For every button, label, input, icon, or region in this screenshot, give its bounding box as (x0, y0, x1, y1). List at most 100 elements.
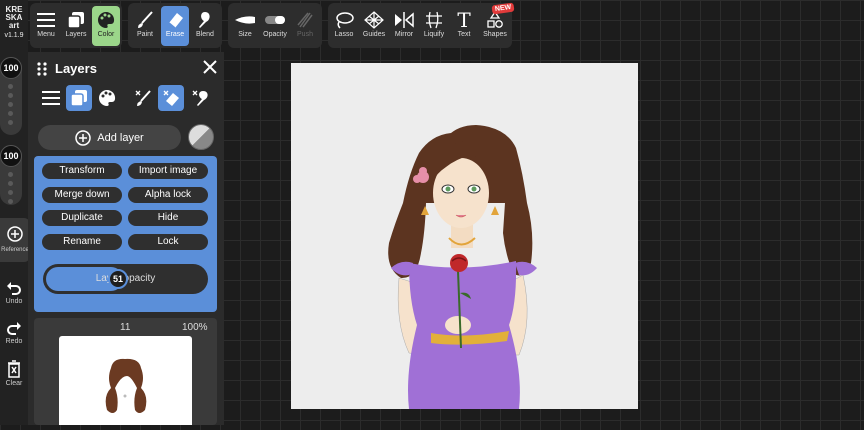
close-icon[interactable] (203, 60, 217, 79)
brush-opacity-slider[interactable]: 100 (0, 145, 22, 205)
hamburger-icon (42, 91, 60, 105)
layer-opacity-slider[interactable]: Layer opacity 51 (43, 264, 208, 294)
layer-opacity-knob[interactable]: 51 (108, 269, 128, 289)
plus-circle-icon (75, 129, 91, 146)
redo-button[interactable]: Redo (0, 320, 28, 345)
liquify-label: Liquify (423, 31, 445, 38)
opacity-label: Opacity (263, 31, 287, 38)
lasso-button[interactable]: Lasso (330, 6, 358, 46)
menu-button[interactable]: Menu (32, 6, 60, 46)
opacity-button[interactable]: Opacity (261, 6, 289, 46)
push-button[interactable]: Push (291, 6, 319, 46)
app-logo: KRE SKA art v1.1.9 (0, 6, 28, 40)
eraser-icon (163, 90, 179, 106)
clear-label: Clear (5, 380, 23, 387)
shapes-label: Shapes (483, 31, 507, 38)
brush-size-value: 100 (0, 57, 22, 79)
erase-button[interactable]: Erase (161, 6, 189, 46)
brush-size-slider[interactable]: 100 (0, 57, 22, 135)
erase-label: Erase (165, 31, 185, 38)
new-badge: NEW (491, 2, 515, 15)
rename-button[interactable]: Rename (42, 234, 122, 250)
hair-layer-image (105, 358, 147, 413)
shapes-button[interactable]: Shapes NEW (480, 2, 515, 46)
toolbar-group-extras: Lasso Guides Mirror Liquify T Text Shape… (328, 2, 515, 48)
add-layer-label: Add layer (97, 131, 144, 144)
reference-button[interactable]: Reference (0, 218, 30, 262)
undo-button[interactable]: Undo (0, 280, 28, 305)
eraser-icon (161, 9, 189, 31)
panel-title: Layers (55, 61, 97, 76)
tab-layers[interactable] (66, 85, 92, 111)
lasso-icon (330, 9, 358, 31)
layers-icon (70, 90, 87, 107)
alpha-lock-button[interactable]: Alpha lock (128, 187, 208, 203)
text-button[interactable]: T Text (450, 6, 478, 46)
mirror-label: Mirror (394, 31, 414, 38)
liquify-button[interactable]: Liquify (420, 6, 448, 46)
artwork-illustration (388, 125, 537, 409)
guides-button[interactable]: Guides (360, 6, 388, 46)
brush-icon (135, 90, 151, 106)
toolbar-group-brush: Size Opacity Push (228, 3, 322, 48)
plus-circle-icon (0, 226, 30, 247)
guides-icon (360, 9, 388, 31)
mirror-icon (390, 9, 418, 31)
size-icon (231, 9, 259, 31)
palette-icon (99, 89, 116, 106)
paint-button[interactable]: Paint (131, 6, 159, 46)
tab-paint[interactable] (130, 85, 156, 111)
color-label: Color (97, 31, 115, 38)
lasso-label: Lasso (334, 31, 354, 38)
menu-label: Menu (37, 31, 55, 38)
redo-label: Redo (5, 338, 23, 345)
size-button[interactable]: Size (231, 6, 259, 46)
brush-icon (131, 9, 159, 31)
import-image-button[interactable]: Import image (128, 163, 208, 179)
tab-menu[interactable] (38, 85, 64, 111)
undo-icon (7, 282, 21, 295)
hamburger-icon (32, 9, 60, 31)
layer-thumbnail (59, 336, 192, 425)
push-label: Push (297, 31, 313, 38)
tab-blend[interactable] (188, 85, 214, 111)
blend-label: Blend (196, 31, 214, 38)
merge-down-button[interactable]: Merge down (42, 187, 122, 203)
color-button[interactable]: Color (92, 6, 120, 46)
app-version: v1.1.9 (4, 32, 24, 39)
redo-icon (7, 322, 21, 335)
add-layer-button[interactable]: Add layer (38, 125, 181, 150)
tab-color[interactable] (94, 85, 120, 111)
layer-color-toggle[interactable] (188, 124, 214, 150)
brush-opacity-value: 100 (0, 145, 22, 167)
paint-label: Paint (137, 31, 153, 38)
text-label: Text (457, 31, 471, 38)
tab-erase[interactable] (158, 85, 184, 111)
hide-button[interactable]: Hide (128, 210, 208, 226)
blend-icon (191, 9, 219, 31)
text-icon: T (457, 8, 471, 32)
layers-label: Layers (65, 31, 87, 38)
blend-button[interactable]: Blend (191, 6, 219, 46)
toolbar-group-tools: Paint Erase Blend (128, 3, 222, 48)
transform-button[interactable]: Transform (42, 163, 122, 179)
lock-button[interactable]: Lock (128, 234, 208, 250)
toolbar-group-main: Menu Layers Color (30, 3, 122, 48)
mirror-button[interactable]: Mirror (390, 6, 418, 46)
layer-number: 11 (120, 322, 131, 333)
layers-button[interactable]: Layers (62, 6, 90, 46)
duplicate-button[interactable]: Duplicate (42, 210, 122, 226)
logo-line3: art (8, 21, 20, 30)
push-icon (291, 9, 319, 31)
drag-handle-icon[interactable] (37, 62, 47, 81)
opacity-icon (261, 9, 289, 31)
size-label: Size (238, 31, 252, 38)
clear-button[interactable]: Clear (0, 360, 28, 387)
drawing-canvas[interactable] (291, 63, 638, 409)
layer-opacity-percent: 100% (182, 322, 208, 333)
palette-icon (92, 9, 120, 31)
layers-icon (62, 9, 90, 31)
trash-icon (8, 360, 20, 378)
undo-label: Undo (5, 298, 23, 305)
liquify-icon (420, 9, 448, 31)
